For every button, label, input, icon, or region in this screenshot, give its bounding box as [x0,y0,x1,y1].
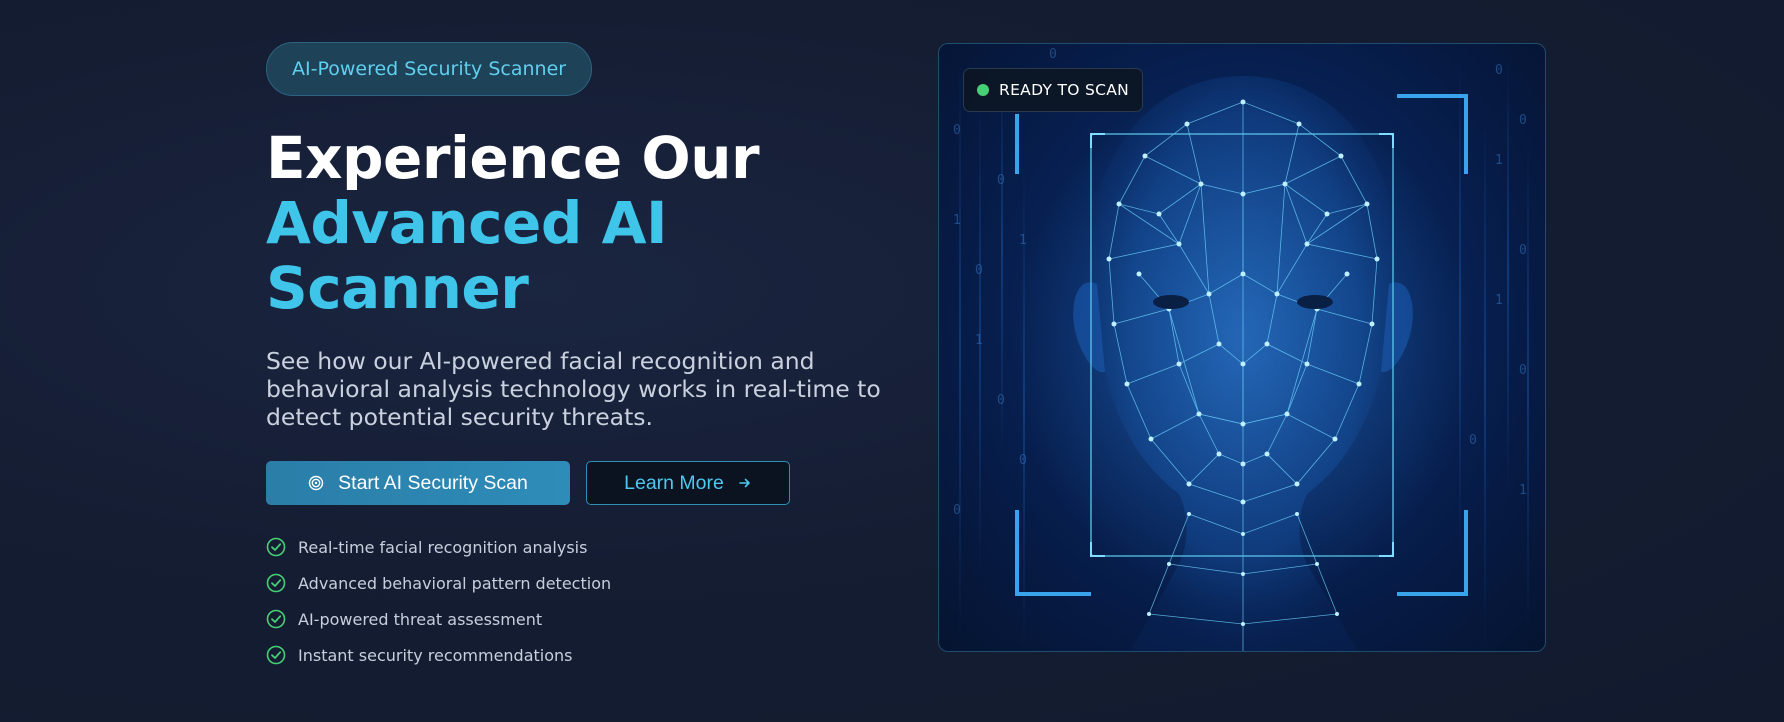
svg-text:0: 0 [975,263,983,278]
svg-text:0: 0 [1519,363,1527,378]
svg-text:0: 0 [1519,113,1527,128]
status-dot-icon [977,84,989,96]
learn-more-label: Learn More [624,471,724,494]
start-scan-button[interactable]: Start AI Security Scan [266,461,570,505]
feature-item: Advanced behavioral pattern detection [266,565,906,601]
check-circle-icon [266,573,286,593]
feature-item: AI-powered threat assessment [266,601,906,637]
hero-headline: Experience Our Advanced AI Scanner [266,126,906,321]
svg-text:1: 1 [953,213,961,228]
headline-line-1: Experience Our [266,124,760,192]
hero-description: See how our AI-powered facial recognitio… [266,347,881,431]
headline-line-2: Advanced AI [266,189,668,257]
hero-section: AI-Powered Security Scanner Experience O… [266,42,906,673]
svg-text:0: 0 [1019,453,1027,468]
svg-text:1: 1 [1019,233,1027,248]
scan-status-badge: READY TO SCAN [963,68,1144,112]
feature-text: Real-time facial recognition analysis [298,537,588,557]
svg-text:1: 1 [1519,483,1527,498]
scanner-panel: 0 1 0 1 0 0 1 0 0 0 1 0 0 1 0 0 1 0 READY TO SCAN [938,43,1546,652]
svg-text:0: 0 [953,503,961,518]
feature-text: Instant security recommendations [298,645,573,665]
svg-text:1: 1 [1495,293,1503,308]
svg-text:0: 0 [997,173,1005,188]
svg-text:1: 1 [1495,153,1503,168]
check-circle-icon [266,645,286,665]
svg-text:0: 0 [1495,63,1503,78]
svg-text:0: 0 [953,123,961,138]
scan-status-label: READY TO SCAN [999,81,1130,99]
arrow-right-icon [739,478,750,488]
svg-text:0: 0 [997,393,1005,408]
hero-actions: Start AI Security Scan Learn More [266,461,906,505]
svg-text:0: 0 [1519,243,1527,258]
feature-item: Real-time facial recognition analysis [266,529,906,565]
feature-text: Advanced behavioral pattern detection [298,573,612,593]
start-scan-label: Start AI Security Scan [338,471,528,494]
hero-badge: AI-Powered Security Scanner [266,42,593,96]
feature-list: Real-time facial recognition analysis Ad… [266,529,906,673]
headline-line-3: Scanner [266,254,529,322]
feature-text: AI-powered threat assessment [298,609,543,629]
check-circle-icon [266,609,286,629]
check-circle-icon [266,537,286,557]
face-mesh-scan-image: 0 1 0 1 0 0 1 0 0 0 1 0 0 1 0 0 1 0 [953,44,1529,651]
feature-item: Instant security recommendations [266,637,906,673]
target-icon [308,475,324,491]
svg-text:1: 1 [975,333,983,348]
learn-more-button[interactable]: Learn More [586,461,790,505]
svg-text:0: 0 [1049,47,1057,62]
svg-text:0: 0 [1469,433,1477,448]
